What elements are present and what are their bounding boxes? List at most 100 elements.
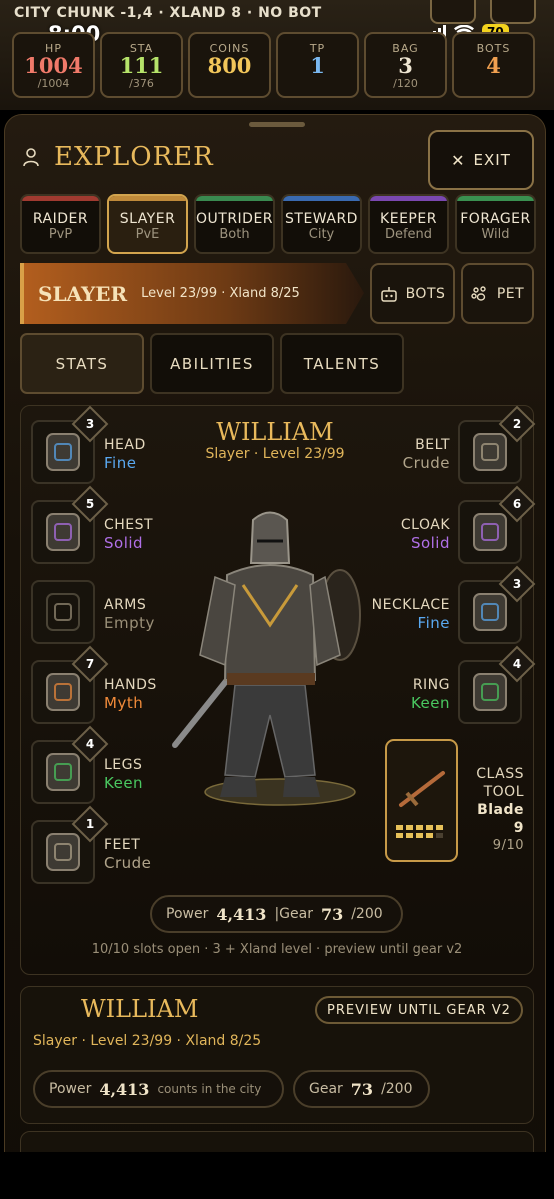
slot-name: BELT (415, 437, 450, 453)
class-color-bar (283, 196, 360, 201)
class-tab-steward[interactable]: STEWARD City (281, 194, 362, 254)
gear-max: /200 (351, 906, 383, 922)
class-selector: RAIDER PvP SLAYER PvE OUTRIDER Both STEW… (20, 194, 536, 254)
panel-header: EXPLORER (22, 142, 214, 172)
power-value: 4,413 (216, 904, 267, 924)
stat-value: 111 (119, 53, 164, 78)
close-icon: ✕ (451, 150, 466, 170)
slots-note: 10/10 slots open · 3 + Xland level · pre… (91, 942, 463, 957)
tab-stats[interactable]: STATS (20, 333, 144, 394)
slot-name: HEAD (104, 437, 146, 453)
stat-hp: HP 1004 /1004 (12, 32, 95, 98)
hero-summary-card: WILLIAM PREVIEW UNTIL GEAR V2 Slayer · L… (20, 986, 534, 1124)
stat-coins: COINS 800 (188, 32, 271, 98)
class-tab-mode: PvP (48, 227, 73, 242)
screen-bottom (0, 1152, 554, 1199)
card-hero-name: WILLIAM (81, 995, 199, 1023)
slot-label-belt: BELT Crude (350, 436, 450, 472)
hero-name: WILLIAM (216, 418, 334, 446)
tab-talents[interactable]: TALENTS (280, 333, 404, 394)
page-title: EXPLORER (54, 142, 214, 172)
stat-max: /120 (393, 77, 418, 90)
tab-abilities[interactable]: ABILITIES (150, 333, 274, 394)
tier-value: 4 (85, 737, 95, 751)
slot-quality: Crude (402, 454, 450, 472)
class-level: Level 23/99 · Xland 8/25 (141, 286, 300, 301)
chevron-button[interactable] (430, 0, 476, 24)
tier-value: 5 (85, 497, 95, 511)
class-tab-name: SLAYER (119, 211, 176, 227)
class-tool-label-1: CLASS (476, 766, 524, 782)
bots-label: BOTS (405, 285, 446, 302)
sword-icon (399, 771, 445, 807)
class-tool-info: CLASS TOOL Blade 9 9/10 (462, 765, 524, 855)
stat-value: 4 (486, 53, 501, 78)
slot-quality: Fine (104, 454, 137, 472)
top-status-bar: CITY CHUNK -1,4 · XLAND 8 · NO BOT 8:00 … (0, 0, 554, 110)
power-gear-summary: Power 4,413 |Gear 73 /200 (150, 895, 403, 933)
location-readout: CITY CHUNK -1,4 · XLAND 8 · NO BOT (14, 5, 322, 21)
tier-value: 4 (512, 657, 522, 671)
class-tab-name: RAIDER (32, 211, 89, 227)
class-tab-name: KEEPER (380, 211, 437, 227)
card-gear-value: 73 (350, 1079, 374, 1099)
stat-value: 1 (310, 53, 325, 78)
slot-label-head: HEAD Fine (104, 436, 194, 472)
class-tool-progress: 9/10 (492, 838, 524, 853)
robot-icon (380, 286, 397, 302)
class-tab-slayer[interactable]: SLAYER PvE (107, 194, 188, 254)
gear-label: |Gear (274, 906, 313, 922)
pet-label: PET (496, 285, 525, 302)
class-color-bar (457, 196, 534, 201)
arms-gear-icon (46, 593, 80, 631)
class-tab-name: OUTRIDER (196, 211, 274, 227)
class-tool-slot[interactable] (385, 739, 458, 862)
preview-badge[interactable]: PREVIEW UNTIL GEAR V2 (315, 996, 523, 1024)
slot-quality: Crude (104, 854, 152, 872)
class-tool-name: Blade 9 (477, 802, 524, 836)
paw-icon (471, 285, 486, 301)
stat-bots: BOTS 4 (452, 32, 535, 98)
tier-value: 3 (85, 417, 95, 431)
card-power-pill: Power 4,413 counts in the city (33, 1070, 284, 1108)
pet-button[interactable]: PET (461, 263, 534, 324)
class-tab-mode: PvE (135, 227, 160, 242)
class-tab-keeper[interactable]: KEEPER Defend (368, 194, 449, 254)
class-banner: SLAYER Level 23/99 · Xland 8/25 (20, 263, 364, 324)
slot-arms[interactable] (31, 580, 95, 644)
exit-button[interactable]: ✕ EXIT (428, 130, 534, 190)
class-tab-mode: Defend (384, 227, 433, 242)
class-tab-name: FORAGER (460, 211, 531, 227)
class-tab-forager[interactable]: FORAGER Wild (455, 194, 536, 254)
card-gear-pill: Gear 73 /200 (293, 1070, 430, 1108)
inventory-button[interactable] (490, 0, 536, 24)
tier-value: 3 (512, 577, 522, 591)
card-power-value: 4,413 (99, 1079, 150, 1099)
person-icon (23, 148, 39, 167)
tier-value: 7 (85, 657, 95, 671)
class-color-bar (109, 196, 186, 201)
class-tab-name: STEWARD (285, 211, 358, 227)
stat-max: /1004 (37, 77, 70, 90)
class-tab-mode: Wild (481, 227, 510, 242)
tier-value: 1 (85, 817, 95, 831)
class-tab-outrider[interactable]: OUTRIDER Both (194, 194, 275, 254)
drag-handle[interactable] (249, 122, 305, 127)
class-color-bar (22, 196, 99, 201)
bots-button[interactable]: BOTS (370, 263, 455, 324)
card-gear-label: Gear (309, 1081, 343, 1097)
class-tab-mode: Both (219, 227, 250, 242)
card-power-note: counts in the city (157, 1082, 262, 1096)
tier-value: 2 (512, 417, 522, 431)
class-color-bar (196, 196, 273, 201)
knight-figure (172, 511, 361, 806)
card-subtitle: Slayer · Level 23/99 · Xland 8/25 (33, 1033, 262, 1049)
stat-bag: BAG 3 /120 (364, 32, 447, 98)
class-tool-label-2: TOOL (483, 784, 524, 800)
class-tab-raider[interactable]: RAIDER PvP (20, 194, 101, 254)
tab-bar: STATS ABILITIES TALENTS (20, 333, 404, 394)
slot-name: FEET (104, 837, 141, 853)
class-tab-mode: City (308, 227, 335, 242)
card-gear-max: /200 (381, 1081, 413, 1097)
hero-subtitle: Slayer · Level 23/99 (205, 446, 345, 462)
